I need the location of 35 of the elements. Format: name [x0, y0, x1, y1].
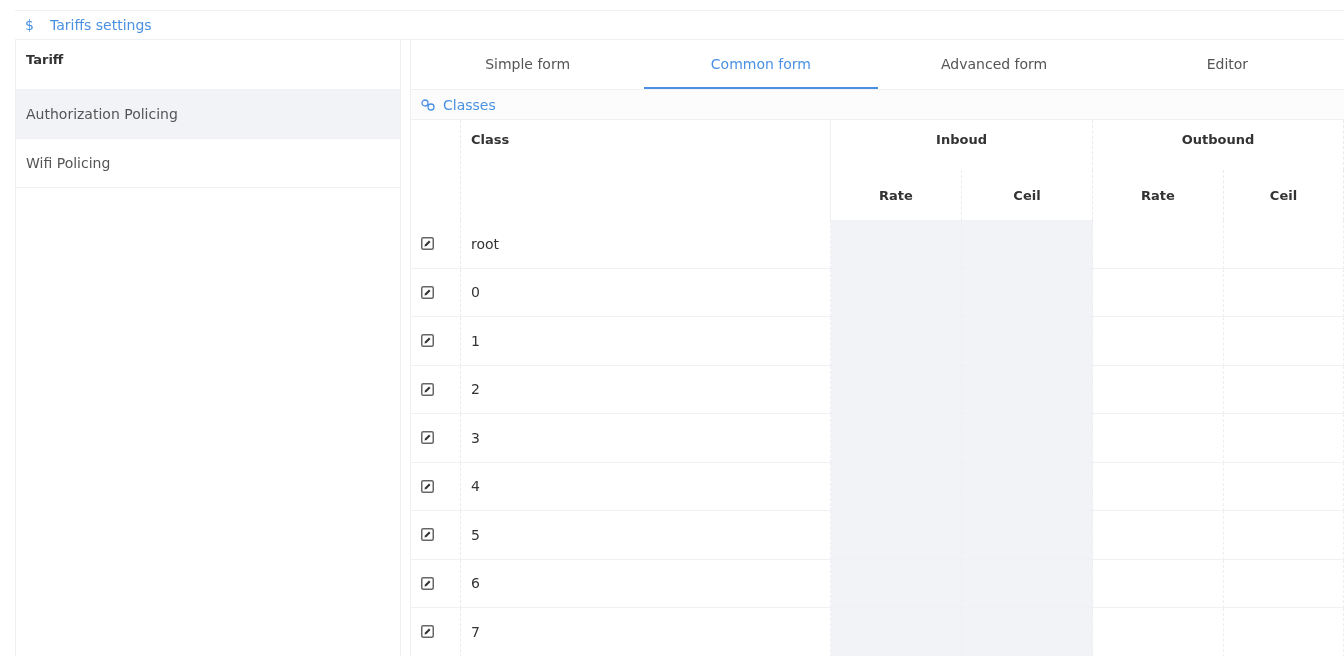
edit-icon[interactable]	[421, 431, 434, 445]
edit-icon[interactable]	[421, 479, 434, 493]
table-cell: root	[471, 235, 500, 252]
page-title: Tariffs settings	[49, 17, 152, 33]
tab[interactable]: Simple form	[411, 40, 645, 89]
edit-icon[interactable]	[421, 528, 434, 542]
column-header: Class	[471, 132, 510, 149]
edit-icon[interactable]	[421, 237, 434, 251]
column-header: Tariff	[26, 52, 64, 67]
edit-icon[interactable]	[421, 334, 434, 348]
table-cell: 0	[471, 284, 480, 301]
edit-icon[interactable]	[421, 576, 434, 590]
table-cell: 1	[471, 332, 480, 349]
column-header: Inboud	[936, 132, 987, 149]
column-header: Outbound	[1181, 132, 1255, 149]
table-cell: 2	[471, 381, 480, 398]
tariff-item[interactable]: Authorization Policing	[16, 90, 400, 139]
edit-icon[interactable]	[421, 285, 434, 299]
column-header: Rate	[879, 187, 913, 203]
tab[interactable]: Advanced form	[877, 40, 1111, 89]
section-title: Classes	[443, 96, 496, 113]
column-header: Rate	[1141, 187, 1175, 203]
edit-icon[interactable]	[421, 382, 434, 396]
tab[interactable]: Editor	[1110, 40, 1344, 89]
table-cell: 3	[471, 429, 480, 446]
edit-icon[interactable]	[421, 625, 434, 639]
column-header: Ceil	[1269, 187, 1298, 203]
table-cell: 6	[471, 575, 480, 592]
table-cell: 4	[471, 478, 480, 495]
tariff-item[interactable]: Wifi Policing	[16, 139, 400, 188]
table-cell: 5	[471, 526, 480, 543]
dollar-icon: $	[25, 17, 34, 33]
classes-icon	[421, 98, 435, 111]
column-header: Ceil	[1013, 187, 1041, 203]
table-cell: 7	[471, 623, 480, 640]
